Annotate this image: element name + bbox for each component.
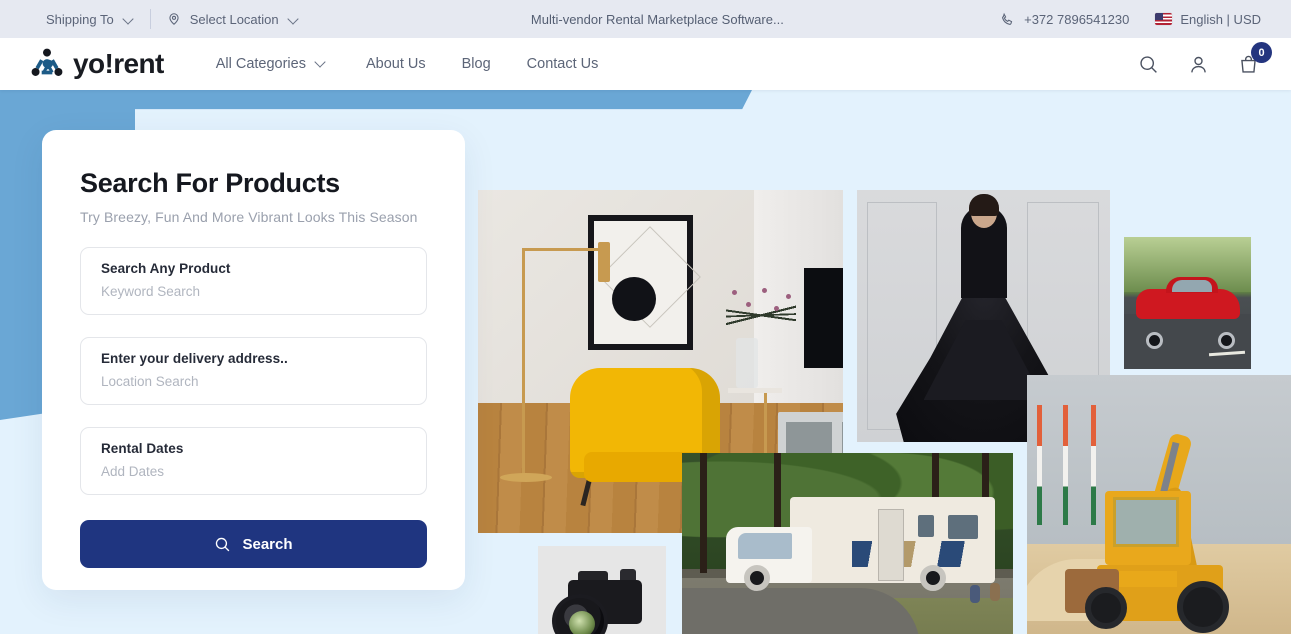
account-button[interactable] [1185,51,1211,77]
usa-flag-icon [1155,13,1173,25]
nav-blog[interactable]: Blog [444,56,509,72]
logo[interactable]: yo!rent [30,47,164,81]
logo-text: yo!rent [73,48,164,79]
search-button-label: Search [242,535,293,553]
field-label: Rental Dates [101,441,184,456]
search-button[interactable] [1135,51,1161,77]
nav-label: Blog [461,56,491,72]
select-location-dropdown[interactable]: Select Location [151,12,315,27]
nav-about-us[interactable]: About Us [348,56,444,72]
user-icon [1190,56,1206,72]
shipping-to-dropdown[interactable]: Shipping To [30,12,150,27]
cart-count-badge: 0 [1251,42,1272,63]
utility-bar: Shipping To Select Location Multi-vendor… [0,0,1291,38]
site-header: yo!rent All Categories About Us Blog Con… [0,38,1291,90]
language-currency-selector[interactable]: English | USD [1155,12,1261,27]
field-label: Enter your delivery address.. [101,351,288,366]
chevron-down-icon [288,14,299,25]
nav-label: Contact Us [526,56,599,72]
select-location-label: Select Location [189,11,279,27]
search-icon [216,537,230,551]
language-currency-label: English | USD [1180,11,1261,27]
location-pin-icon [169,13,179,25]
nav-label: About Us [365,56,426,72]
rental-dates-field[interactable]: Rental Dates Add Dates [80,427,427,495]
nav-contact-us[interactable]: Contact Us [509,56,617,72]
nav-all-categories[interactable]: All Categories [198,56,348,72]
location-input[interactable]: Location Search [101,374,406,389]
utility-bar-right: +372 7896541230 English | USD [1000,12,1291,27]
shipping-to-label: Shipping To [46,11,114,27]
gallery-image-rv-camper [682,453,1013,634]
search-icon [1139,55,1157,73]
main-navigation: All Categories About Us Blog Contact Us [198,56,617,72]
gallery-image-excavator [1027,375,1291,634]
header-actions: 0 [1135,42,1272,77]
announcement-text: Multi-vendor Rental Marketplace Software… [530,11,784,27]
phone-number: +372 7896541230 [1024,11,1130,27]
search-product-field[interactable]: Search Any Product Keyword Search [80,247,427,315]
gallery-image-camera [538,546,666,634]
camera-illustration [538,546,666,634]
phone-link[interactable]: +372 7896541230 [1000,12,1129,27]
red-car-illustration [1124,237,1251,369]
gallery-image-red-car [1124,237,1251,369]
page-title: Search For Products [80,168,340,198]
chevron-down-icon [123,14,134,25]
phone-icon [1002,12,1013,25]
product-search-card: Search For Products Try Breezy, Fun And … [42,130,465,590]
cart-button[interactable]: 0 [1235,42,1272,77]
page-subtitle: Try Breezy, Fun And More Vibrant Looks T… [80,209,418,225]
search-submit-button[interactable]: Search [80,520,427,568]
excavator-illustration [1027,375,1291,634]
utility-bar-left: Shipping To Select Location [0,9,315,29]
announcement-area: Multi-vendor Rental Marketplace Software… [315,12,1000,27]
field-label: Search Any Product [101,261,231,276]
delivery-address-field[interactable]: Enter your delivery address.. Location S… [80,337,427,405]
dates-input[interactable]: Add Dates [101,464,406,479]
rv-camper-illustration [682,453,1013,634]
hero-section: Search For Products Try Breezy, Fun And … [0,90,1291,634]
chevron-down-icon [315,57,330,72]
search-input[interactable]: Keyword Search [101,284,406,299]
all-categories-label: All Categories [215,56,306,72]
yorent-logo-icon [31,48,63,76]
